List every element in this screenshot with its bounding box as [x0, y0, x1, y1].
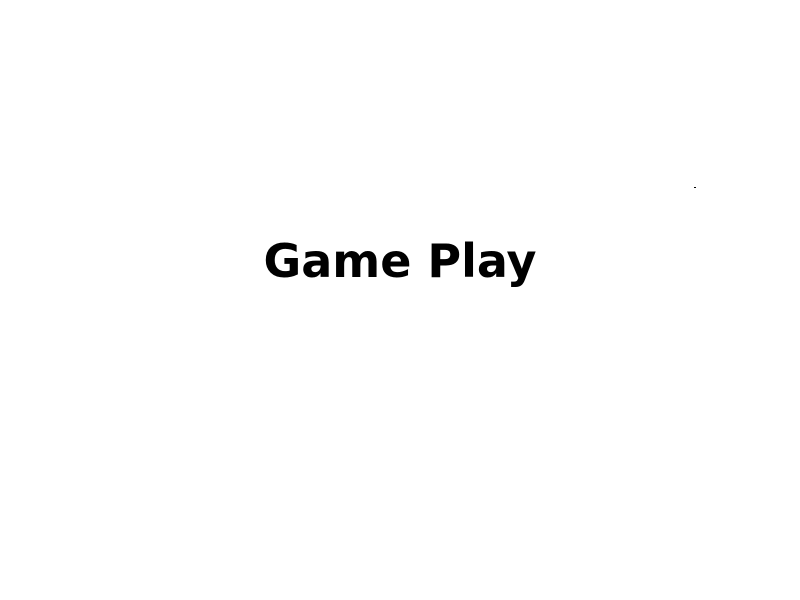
- stray-pixel-mark: [694, 187, 696, 188]
- game-play-screen: Game Play: [0, 0, 800, 600]
- screen-title: Game Play: [263, 234, 537, 288]
